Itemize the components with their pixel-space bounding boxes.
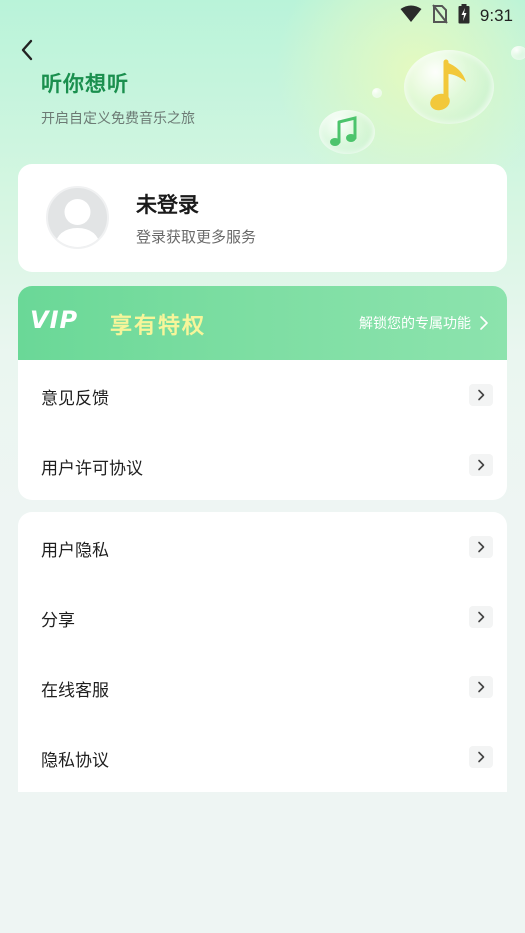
decor-bubble-dot bbox=[372, 88, 382, 98]
default-avatar-icon bbox=[46, 186, 109, 249]
menu-item-user-privacy[interactable]: 用户隐私 bbox=[18, 512, 507, 582]
chevron-right-icon bbox=[480, 316, 488, 330]
vip-title: 享有特权 bbox=[110, 314, 207, 339]
status-bar: 9:31 bbox=[0, 0, 525, 32]
menu-item-label: 分享 bbox=[41, 611, 75, 631]
vip-description: 解锁您的专属功能 bbox=[359, 316, 471, 332]
menu-item-share[interactable]: 分享 bbox=[18, 582, 507, 652]
profile-name: 未登录 bbox=[136, 193, 199, 217]
page-title: 听你想听 bbox=[41, 72, 129, 96]
chevron-right-icon bbox=[469, 454, 493, 476]
menu-item-label: 隐私协议 bbox=[41, 751, 109, 771]
menu-item-user-license[interactable]: 用户许可协议 bbox=[18, 430, 507, 500]
vip-banner[interactable]: VIP 享有特权 解锁您的专属功能 bbox=[18, 286, 507, 360]
no-sim-icon bbox=[432, 4, 448, 28]
decor-bubble-tiny bbox=[511, 46, 525, 60]
wifi-icon bbox=[400, 5, 422, 27]
decor-bubble-small bbox=[319, 110, 375, 154]
menu-item-online-support[interactable]: 在线客服 bbox=[18, 652, 507, 722]
menu-item-label: 用户许可协议 bbox=[41, 459, 143, 479]
back-button[interactable] bbox=[14, 36, 42, 64]
menu-group-2: 用户隐私 分享 在线客服 隐私协议 bbox=[18, 512, 507, 792]
login-prompt: 登录获取更多服务 bbox=[136, 228, 257, 246]
chevron-right-icon bbox=[469, 606, 493, 628]
profile-card[interactable]: 未登录 登录获取更多服务 bbox=[18, 164, 507, 272]
chevron-right-icon bbox=[469, 384, 493, 406]
menu-item-privacy-policy[interactable]: 隐私协议 bbox=[18, 722, 507, 792]
vip-logo: VIP bbox=[30, 306, 79, 334]
decor-bubble-large bbox=[404, 50, 494, 124]
chevron-left-icon bbox=[21, 39, 33, 61]
menu-item-label: 意见反馈 bbox=[41, 389, 109, 409]
vip-action: 解锁您的专属功能 bbox=[359, 313, 489, 333]
menu-item-label: 用户隐私 bbox=[41, 541, 109, 561]
menu-item-label: 在线客服 bbox=[41, 681, 109, 701]
menu-group-1: 意见反馈 用户许可协议 bbox=[18, 360, 507, 500]
page-subtitle: 开启自定义免费音乐之旅 bbox=[41, 111, 195, 127]
status-icons: 9:31 bbox=[400, 4, 513, 28]
menu-item-feedback[interactable]: 意见反馈 bbox=[18, 360, 507, 430]
chevron-right-icon bbox=[469, 536, 493, 558]
music-note-icon bbox=[430, 59, 466, 111]
status-time: 9:31 bbox=[479, 6, 513, 25]
double-music-note-icon bbox=[330, 116, 357, 146]
profile-screen: 9:31 听你想听 开启自定义免费音乐之旅 未登录 登录获取更多服务 VIP 享… bbox=[0, 0, 525, 933]
chevron-right-icon bbox=[469, 676, 493, 698]
chevron-right-icon bbox=[469, 746, 493, 768]
battery-charging-icon bbox=[458, 4, 470, 28]
